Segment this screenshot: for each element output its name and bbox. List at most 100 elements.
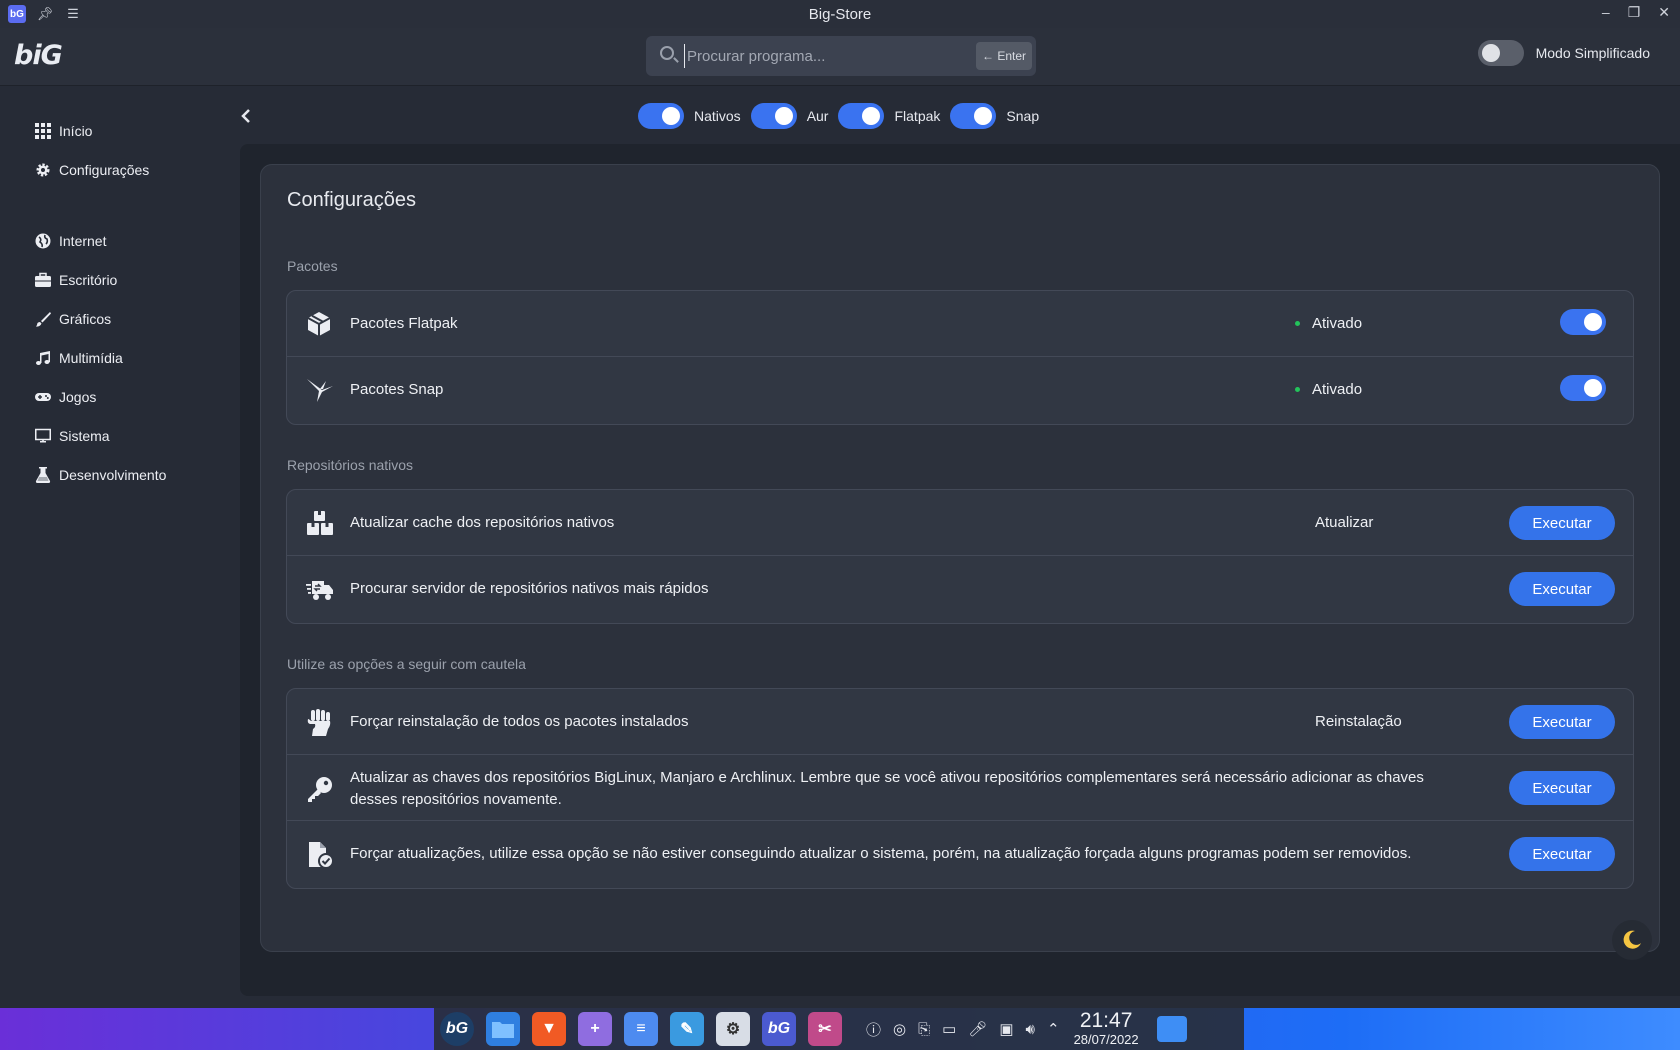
back-button[interactable] — [236, 106, 256, 126]
chevron-left-icon — [241, 109, 250, 123]
row-force-reinstall: Forçar reinstalação de todos os pacotes … — [287, 689, 1633, 755]
sidebar-item-graficos[interactable]: Gráficos — [34, 310, 111, 327]
moon-icon — [1623, 930, 1641, 949]
row-label: Pacotes Snap — [350, 381, 444, 398]
filter-label: Flatpak — [894, 108, 941, 124]
filter-flatpak[interactable]: Flatpak — [838, 103, 940, 129]
filter-aur[interactable]: Aur — [750, 103, 829, 129]
boxes-icon — [306, 510, 333, 536]
steam-icon[interactable]: ◎ — [893, 1020, 906, 1038]
page-title: Configurações — [287, 189, 416, 211]
filter-label: Nativos — [694, 108, 741, 124]
gamepad-icon — [34, 388, 51, 405]
info-icon[interactable]: ⓘ — [866, 1019, 881, 1040]
microphone-icon[interactable]: 🎤︎ — [968, 1020, 987, 1038]
row-snap: Pacotes Snap Ativado — [287, 357, 1633, 423]
sidebar-item-desenvolvimento[interactable]: Desenvolvimento — [34, 466, 166, 483]
sidebar-item-label: Desenvolvimento — [59, 466, 167, 483]
filter-aur-toggle[interactable] — [750, 103, 797, 129]
music-icon — [34, 349, 51, 366]
key-icon — [306, 775, 332, 802]
sidebar — [0, 87, 240, 1007]
screenshot-icon[interactable]: ✂ — [808, 1012, 842, 1046]
sidebar-item-label: Multimídia — [59, 349, 123, 366]
group-repositorios: Atualizar cache dos repositórios nativos… — [286, 489, 1634, 624]
filter-flatpak-toggle[interactable] — [838, 103, 885, 129]
document-icon[interactable]: ≡ — [624, 1012, 658, 1046]
text-editor-icon[interactable]: ✎ — [670, 1012, 704, 1046]
brave-browser-icon[interactable]: ▼ — [532, 1012, 566, 1046]
theme-toggle-button[interactable] — [1612, 920, 1652, 960]
sidebar-item-label: Jogos — [59, 388, 97, 405]
display-icon[interactable]: ▭ — [942, 1020, 956, 1038]
filter-nativos-toggle[interactable] — [638, 103, 684, 129]
window-title: Big-Store — [808, 6, 872, 23]
sidebar-item-label: Configurações — [59, 161, 150, 178]
gear-icon — [34, 161, 51, 178]
clock[interactable]: 21:47 28/07/2022 — [1074, 1010, 1139, 1048]
search-input[interactable] — [684, 44, 964, 68]
section-label-pacotes: Pacotes — [287, 258, 338, 274]
sidebar-item-configuracoes[interactable]: Configurações — [34, 161, 149, 178]
filter-nativos[interactable]: Nativos — [638, 103, 741, 129]
execute-button[interactable]: Executar — [1509, 506, 1615, 540]
row-label: Atualizar as chaves dos repositórios Big… — [350, 769, 1424, 808]
grid-icon — [34, 122, 51, 139]
close-icon[interactable]: ✕ — [1658, 4, 1670, 21]
system-tray: ⓘ ◎ ⎘ ▭ 🎤︎ ▣ 🔊︎ ⌃ — [866, 1019, 1060, 1040]
simple-mode-label: Modo Simplificado — [1535, 45, 1650, 61]
settings-app-icon[interactable]: ⚙ — [716, 1012, 750, 1046]
row-force-updates: Forçar atualizações, utilize essa opção … — [287, 821, 1633, 887]
search-box[interactable]: ← Enter — [646, 36, 1036, 76]
simple-mode-switch[interactable]: Modo Simplificado — [1477, 40, 1650, 66]
row-update-keys: Atualizar as chaves dos repositórios Big… — [287, 755, 1633, 821]
sidebar-item-sistema[interactable]: Sistema — [34, 427, 110, 444]
flatpak-toggle[interactable] — [1560, 309, 1606, 335]
fist-icon — [306, 709, 332, 736]
app-header: biG ← Enter Modo Simplificado — [0, 28, 1680, 86]
network-icon[interactable]: ▣ — [999, 1020, 1013, 1038]
group-cautela: Forçar reinstalação de todos os pacotes … — [286, 688, 1634, 889]
snap-toggle[interactable] — [1560, 375, 1606, 401]
row-fastest-mirror: Procurar servidor de repositórios nativo… — [287, 556, 1633, 622]
briefcase-icon — [34, 271, 51, 288]
big-store-task-icon[interactable]: bG — [762, 1012, 796, 1046]
sidebar-item-label: Gráficos — [59, 310, 112, 327]
row-flatpak: Pacotes Flatpak Ativado — [287, 291, 1633, 357]
sidebar-item-multimidia[interactable]: Multimídia — [34, 349, 123, 366]
sidebar-item-jogos[interactable]: Jogos — [34, 388, 96, 405]
clipboard-icon[interactable]: ⎘ — [918, 1021, 930, 1038]
execute-button[interactable]: Executar — [1509, 572, 1615, 606]
volume-icon[interactable]: 🔊︎ — [1026, 1021, 1035, 1038]
source-filters: Nativos Aur Flatpak Snap — [638, 103, 1039, 129]
window-controls: – ❐ ✕ — [1602, 4, 1670, 21]
file-manager-icon[interactable] — [486, 1012, 520, 1046]
chevron-up-icon[interactable]: ⌃ — [1047, 1020, 1060, 1038]
minimize-icon[interactable]: – — [1602, 4, 1610, 21]
execute-button[interactable]: Executar — [1509, 837, 1615, 871]
file-check-icon — [306, 841, 334, 869]
section-label-repositorios: Repositórios nativos — [287, 457, 414, 473]
sidebar-item-inicio[interactable]: Início — [34, 122, 92, 139]
office-icon[interactable]: + — [578, 1012, 612, 1046]
filter-snap[interactable]: Snap — [950, 103, 1039, 129]
simple-mode-toggle[interactable] — [1477, 40, 1524, 66]
row-label: Atualizar cache dos repositórios nativos — [350, 514, 615, 531]
show-desktop-button[interactable] — [1156, 1016, 1187, 1042]
sidebar-item-label: Internet — [59, 232, 107, 249]
row-update-cache: Atualizar cache dos repositórios nativos… — [287, 490, 1633, 556]
sidebar-item-escritorio[interactable]: Escritório — [34, 271, 117, 288]
maximize-icon[interactable]: ❐ — [1628, 4, 1641, 21]
execute-button[interactable]: Executar — [1509, 771, 1615, 805]
row-label: Forçar atualizações, utilize essa opção … — [350, 845, 1412, 862]
big-launcher-icon[interactable]: bG — [440, 1012, 474, 1046]
row-label: Forçar reinstalação de todos os pacotes … — [350, 713, 689, 730]
brush-icon — [34, 310, 51, 327]
filter-snap-toggle[interactable] — [950, 103, 997, 129]
sidebar-item-label: Sistema — [59, 427, 110, 444]
execute-button[interactable]: Executar — [1509, 705, 1615, 739]
globe-icon — [34, 232, 51, 249]
sidebar-item-internet[interactable]: Internet — [34, 232, 106, 249]
filter-label: Aur — [806, 108, 829, 124]
enter-button[interactable]: ← Enter — [976, 42, 1032, 70]
